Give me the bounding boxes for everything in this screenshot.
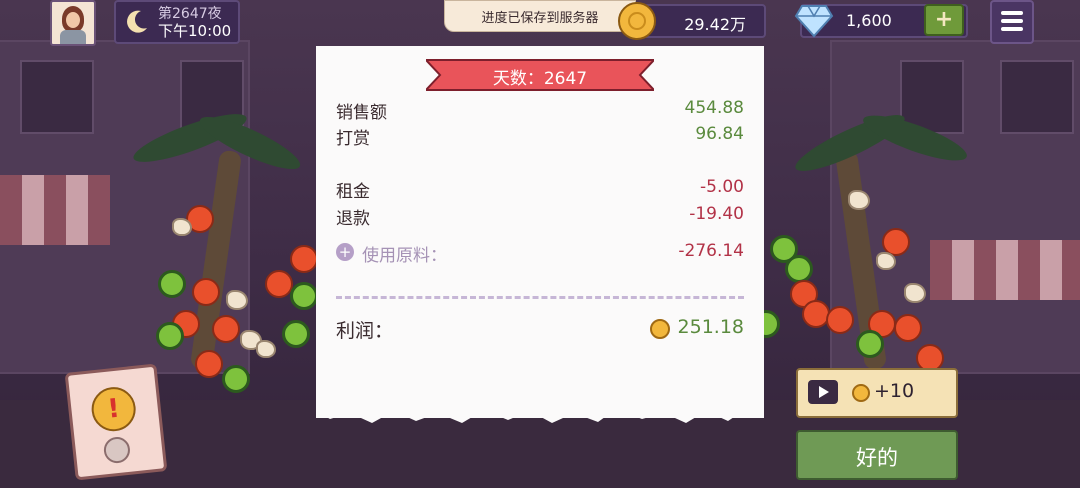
avatar[interactable] [50,0,96,46]
jalapeno-slice [222,365,250,393]
alert-card-icon[interactable]: ! [64,363,168,481]
gem-amount: 1,600 [846,11,892,30]
avatar-body [60,30,86,44]
tips-value: 96.84 [695,124,744,144]
receipt-torn-edge [316,405,764,423]
ad-reward-amount: +10 [874,380,915,402]
daily-receipt: 销售额 454.88 打赏 96.84 租金 -5.00 退款 -19.40 +… [316,46,764,418]
profit-value: 251.18 [677,316,744,338]
tomato-slice [195,350,223,378]
rent-label: 租金 [336,182,370,202]
receipt-row-rent: 租金 -5.00 [336,177,744,202]
jalapeno-slice [156,322,184,350]
sales-label: 销售额 [336,103,387,123]
coin-amount: 29.42万 [684,15,746,34]
refund-value: -19.40 [689,204,744,224]
profit-label: 利润： [336,320,394,342]
add-gems-button[interactable]: + [924,4,964,36]
sales-value: 454.88 [684,98,744,118]
moon-icon [124,8,150,34]
jalapeno-slice [785,255,813,283]
refund-label: 退款 [336,209,370,229]
garlic-clove [256,340,276,358]
jalapeno-slice [282,320,310,348]
ok-button[interactable]: 好的 [796,430,958,480]
menu-icon [1001,11,1023,31]
coin-icon [618,2,656,40]
day-banner: 天数：2647 [426,58,654,92]
garlic-clove [876,252,896,270]
receipt-row-ingredients[interactable]: + 使用原料： -276.14 [336,241,744,266]
receipt-row-tips: 打赏 96.84 [336,124,744,149]
time-panel: 第2647夜 下午10:00 [114,0,240,44]
tomato-slice [826,306,854,334]
garlic-clove [848,190,870,210]
jalapeno-slice [856,330,884,358]
plus-icon: + [934,7,954,32]
receipt-row-profit: 利润： 251.18 [336,316,744,342]
receipt-divider [336,296,744,299]
tips-label: 打赏 [336,129,370,149]
watch-ad-reward-button[interactable]: +10 [796,368,958,418]
play-icon [808,380,838,404]
diamond-icon [794,0,834,38]
striped-awning [930,240,1080,300]
ingredients-label: 使用原料： [362,246,447,266]
tomato-slice [265,270,293,298]
clock-time: 下午10:00 [158,22,232,40]
expand-icon[interactable]: + [336,243,354,261]
building-window [1000,60,1074,134]
tomato-slice [290,245,318,273]
day-banner-text: 天数：2647 [492,69,588,89]
ok-button-label: 好的 [856,446,898,470]
exclamation-icon: ! [89,384,138,434]
garlic-clove [172,218,192,236]
garlic-clove [904,283,926,303]
receipt-row-sales: 销售额 454.88 [336,98,744,123]
striped-awning [0,175,110,245]
garlic-clove [226,290,248,310]
jalapeno-slice [290,282,318,310]
save-toast-text: 进度已保存到服务器 [481,11,599,26]
menu-button[interactable] [990,0,1034,44]
tomato-slice [212,315,240,343]
tomato-slice [192,278,220,306]
building-window [20,60,94,134]
receipt-row-refund: 退款 -19.40 [336,204,744,229]
coin-icon [650,319,670,339]
rent-value: -5.00 [700,177,744,197]
jalapeno-slice [158,270,186,298]
save-toast: 进度已保存到服务器 [444,0,636,32]
tomato-slice [894,314,922,342]
ingredients-value: -276.14 [678,241,744,261]
card-button-dot [102,435,132,465]
avatar-face [66,12,80,28]
coin-icon [852,384,870,402]
